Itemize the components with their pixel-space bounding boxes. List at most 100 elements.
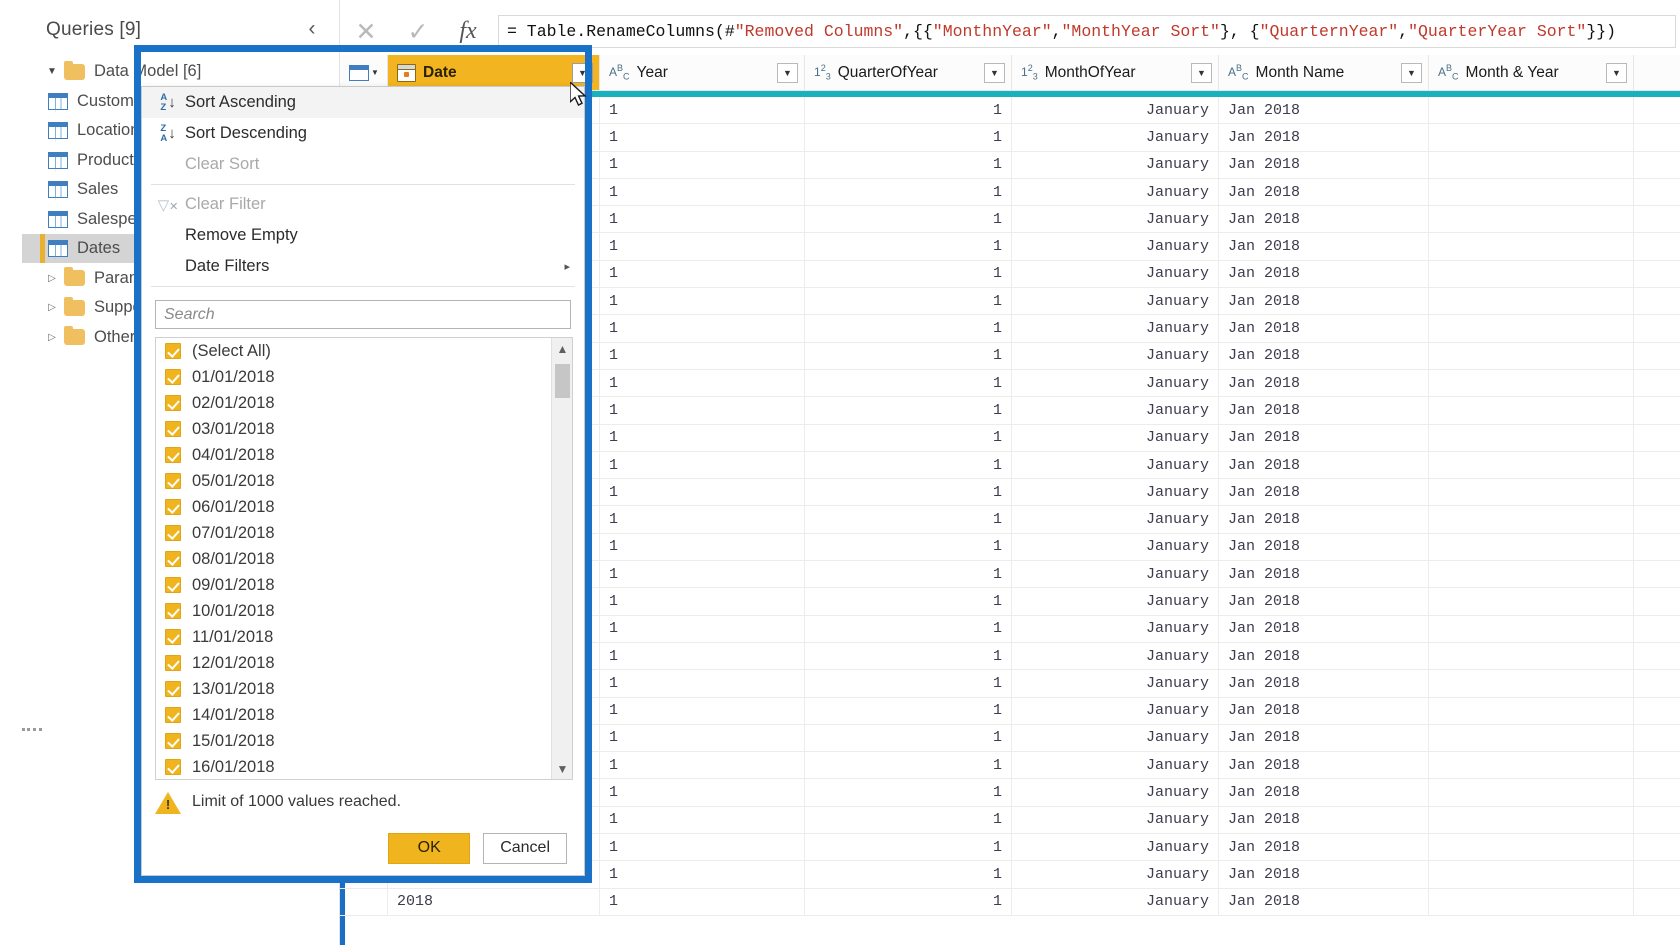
filter-value-row[interactable]: (Select All) (156, 338, 572, 364)
cell-monthofyear: January (1012, 588, 1219, 615)
column-filter-chevron-down-icon[interactable]: ▼ (1606, 63, 1627, 83)
checkbox-checked-icon[interactable] (165, 551, 181, 567)
column-filter-chevron-down-icon[interactable]: ▼ (1401, 63, 1422, 83)
filter-value-row[interactable]: 07/01/2018 (156, 520, 572, 546)
filter-value-row[interactable]: 12/01/2018 (156, 650, 572, 676)
sort-descending-icon: Z A ↓ (160, 122, 176, 144)
checkbox-checked-icon[interactable] (165, 759, 181, 775)
pane-resize-handle[interactable] (22, 728, 42, 732)
checkbox-checked-icon[interactable] (165, 655, 181, 671)
cell-year: 1 (600, 151, 805, 178)
close-icon[interactable]: ✕ (340, 10, 392, 54)
column-header-month-name[interactable]: ABC Month Name ▼ (1219, 55, 1429, 90)
filter-value-row[interactable]: 13/01/2018 (156, 676, 572, 702)
chevron-down-icon[interactable]: ▼ (552, 758, 572, 779)
menu-item-label: Clear Sort (185, 155, 260, 173)
chevron-down-icon[interactable]: ▼ (44, 66, 60, 77)
cancel-button[interactable]: Cancel (483, 832, 567, 864)
filter-value-row[interactable]: 08/01/2018 (156, 546, 572, 572)
ok-button[interactable]: OK (388, 832, 471, 864)
checkbox-checked-icon[interactable] (165, 525, 181, 541)
column-header-year[interactable]: ABC Year ▼ (600, 55, 805, 90)
menu-item-remove-empty[interactable]: Remove Empty (142, 220, 584, 251)
formula-string-token: "Removed Columns" (734, 22, 904, 41)
checkbox-checked-icon[interactable] (165, 369, 181, 385)
menu-item-sort-descending[interactable]: Z A ↓ Sort Descending (142, 118, 584, 149)
table-row[interactable]: 201811JanuaryJan 2018 (340, 888, 1680, 916)
filter-value-row[interactable]: 06/01/2018 (156, 494, 572, 520)
filter-value-list[interactable]: (Select All) 01/01/2018 02/01/2018 03/01/20… (155, 337, 573, 780)
column-filter-chevron-down-icon[interactable]: ▼ (572, 63, 593, 83)
filter-value-row[interactable]: 01/01/2018 (156, 364, 572, 390)
cell-month-name: Jan 2018 (1219, 779, 1429, 806)
column-header-date[interactable]: Date ▼ (388, 55, 600, 90)
filter-value-row[interactable]: 16/01/2018 (156, 754, 572, 779)
table-icon (48, 151, 68, 169)
checkbox-checked-icon[interactable] (165, 681, 181, 697)
column-filter-chevron-down-icon[interactable]: ▼ (984, 63, 1005, 83)
cell-year: 1 (600, 397, 805, 424)
menu-item-label: Sort Ascending (185, 93, 296, 111)
checkbox-checked-icon[interactable] (165, 421, 181, 437)
check-icon[interactable]: ✓ (392, 10, 444, 54)
menu-item-date-filters[interactable]: Date Filters ▸ (142, 251, 584, 282)
column-header-quarterofyear[interactable]: 123 QuarterOfYear ▼ (805, 55, 1012, 90)
cell-month-year (1429, 342, 1634, 369)
checkbox-checked-icon[interactable] (165, 473, 181, 489)
cell-month-year (1429, 479, 1634, 506)
cell-quarterofyear: 1 (805, 888, 1012, 915)
column-filter-chevron-down-icon[interactable]: ▼ (777, 63, 798, 83)
menu-item-label: Clear Filter (185, 195, 266, 213)
cell-month-year (1429, 588, 1634, 615)
filter-value-row[interactable]: 15/01/2018 (156, 728, 572, 754)
filter-value-row[interactable]: 09/01/2018 (156, 572, 572, 598)
formula-string-token: "MonthYear Sort" (1061, 22, 1220, 41)
formula-token: }, { (1219, 22, 1260, 41)
tree-item-data-model-6[interactable]: ▼ Data Model [6] (22, 57, 340, 86)
filter-value-row[interactable]: 05/01/2018 (156, 468, 572, 494)
search-input[interactable]: Search (155, 300, 571, 329)
abc-icon: ABC (1228, 62, 1249, 82)
checkbox-checked-icon[interactable] (165, 629, 181, 645)
filter-value-row[interactable]: 04/01/2018 (156, 442, 572, 468)
checkbox-checked-icon[interactable] (165, 603, 181, 619)
cell-year: 1 (600, 724, 805, 752)
filter-value-row[interactable]: 03/01/2018 (156, 416, 572, 442)
table-selector-icon[interactable]: ▼ (340, 55, 388, 90)
checkbox-checked-icon[interactable] (165, 343, 181, 359)
chevron-right-icon[interactable]: ▷ (44, 332, 60, 343)
cell-quarterofyear: 1 (805, 670, 1012, 697)
menu-item-sort-ascending[interactable]: A Z ↓ Sort Ascending (142, 87, 584, 118)
column-header-monthofyear[interactable]: 123 MonthOfYear ▼ (1012, 55, 1219, 90)
checkbox-checked-icon[interactable] (165, 395, 181, 411)
tree-item-label: Product (77, 150, 134, 169)
column-header-month-year[interactable]: ABC Month & Year ▼ (1429, 55, 1634, 90)
chevron-right-icon[interactable]: ▷ (44, 302, 60, 313)
checkbox-checked-icon[interactable] (165, 447, 181, 463)
formula-input[interactable]: = Table.RenameColumns(# "Removed Columns"… (498, 15, 1676, 48)
filter-value-row[interactable]: 11/01/2018 (156, 624, 572, 650)
cell-monthofyear: January (1012, 260, 1219, 288)
chevron-up-icon[interactable]: ▲ (552, 338, 572, 359)
cell-month-name: Jan 2018 (1219, 178, 1429, 206)
filter-list-scrollbar[interactable]: ▲ ▼ (551, 338, 572, 779)
checkbox-checked-icon[interactable] (165, 499, 181, 515)
filter-value-row[interactable]: 02/01/2018 (156, 390, 572, 416)
tree-item-label: Customer (77, 91, 149, 110)
menu-item-clear-sort: Clear Sort (142, 149, 584, 180)
checkbox-checked-icon[interactable] (165, 577, 181, 593)
limit-warning: Limit of 1000 values reached. (155, 787, 573, 817)
collapse-panel-icon[interactable]: ‹ (298, 15, 326, 43)
cell-month-year (1429, 206, 1634, 233)
filter-value-label: 08/01/2018 (192, 549, 275, 568)
cell-year: 1 (600, 260, 805, 288)
chevron-right-icon[interactable]: ▷ (44, 273, 60, 284)
filter-value-row[interactable]: 10/01/2018 (156, 598, 572, 624)
checkbox-checked-icon[interactable] (165, 707, 181, 723)
cell-month-year (1429, 397, 1634, 424)
checkbox-checked-icon[interactable] (165, 733, 181, 749)
scrollbar-thumb[interactable] (555, 364, 570, 398)
filter-value-row[interactable]: 14/01/2018 (156, 702, 572, 728)
column-filter-chevron-down-icon[interactable]: ▼ (1191, 63, 1212, 83)
cell-month-name: Jan 2018 (1219, 642, 1429, 670)
